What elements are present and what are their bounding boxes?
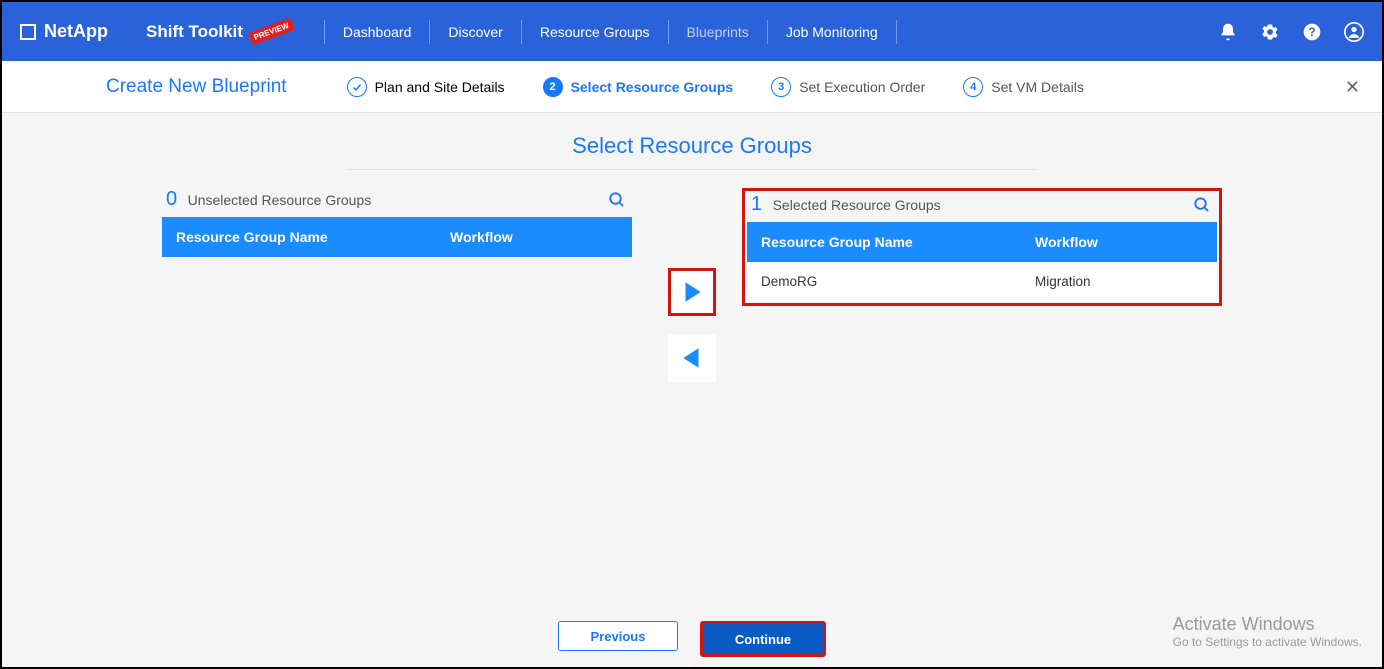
col-workflow: Workflow bbox=[450, 229, 618, 245]
page-title: Create New Blueprint bbox=[106, 76, 287, 98]
unselected-count-label: 0 Unselected Resource Groups bbox=[166, 188, 371, 211]
gear-icon[interactable] bbox=[1260, 22, 1280, 42]
nav-items: Dashboard Discover Resource Groups Bluep… bbox=[324, 20, 897, 44]
nav-blueprints[interactable]: Blueprints bbox=[668, 20, 767, 44]
product-name: Shift Toolkit PREVIEW bbox=[146, 22, 294, 42]
arrow-right-icon bbox=[679, 277, 705, 307]
divider bbox=[347, 169, 1037, 170]
step-number-icon: 4 bbox=[963, 77, 983, 97]
dual-list: 0 Unselected Resource Groups Resource Gr… bbox=[2, 188, 1382, 306]
unselected-label: Unselected Resource Groups bbox=[188, 192, 372, 208]
step-plan-site[interactable]: Plan and Site Details bbox=[347, 77, 505, 97]
preview-badge: PREVIEW bbox=[248, 18, 295, 46]
nav-job-monitoring[interactable]: Job Monitoring bbox=[767, 20, 897, 44]
arrow-left-icon bbox=[679, 343, 705, 373]
svg-text:?: ? bbox=[1308, 26, 1315, 39]
bell-icon[interactable] bbox=[1218, 22, 1238, 42]
watermark-line1: Activate Windows bbox=[1173, 614, 1362, 635]
selected-label: Selected Resource Groups bbox=[773, 197, 941, 213]
selected-count: 1 bbox=[751, 193, 762, 215]
step-number-icon: 3 bbox=[771, 77, 791, 97]
nav-icons: ? bbox=[1218, 22, 1364, 42]
unselected-count: 0 bbox=[166, 188, 177, 210]
move-left-button[interactable] bbox=[668, 334, 716, 382]
close-icon[interactable]: ✕ bbox=[1345, 77, 1360, 98]
stepper-bar: Create New Blueprint Plan and Site Detai… bbox=[2, 61, 1382, 113]
selected-panel-highlight: 1 Selected Resource Groups Resource Grou… bbox=[742, 188, 1222, 306]
row-workflow: Migration bbox=[1035, 274, 1203, 289]
previous-button[interactable]: Previous bbox=[558, 621, 678, 651]
top-nav: NetApp Shift Toolkit PREVIEW Dashboard D… bbox=[2, 2, 1382, 61]
continue-button-highlight: Continue bbox=[700, 621, 826, 657]
transfer-arrows bbox=[668, 268, 716, 382]
watermark-line2: Go to Settings to activate Windows. bbox=[1173, 635, 1362, 649]
nav-discover[interactable]: Discover bbox=[429, 20, 520, 44]
brand-logo: NetApp bbox=[20, 21, 108, 42]
steps: Plan and Site Details 2 Select Resource … bbox=[347, 77, 1084, 97]
selected-count-label: 1 Selected Resource Groups bbox=[751, 193, 941, 216]
company-name: NetApp bbox=[44, 21, 108, 42]
nav-dashboard[interactable]: Dashboard bbox=[324, 20, 430, 44]
section-title: Select Resource Groups bbox=[2, 133, 1382, 159]
check-icon bbox=[347, 77, 367, 97]
step-exec-order[interactable]: 3 Set Execution Order bbox=[771, 77, 925, 97]
nav-resource-groups[interactable]: Resource Groups bbox=[521, 20, 668, 44]
main-content: Select Resource Groups 0 Unselected Reso… bbox=[2, 113, 1382, 306]
col-rg-name: Resource Group Name bbox=[761, 234, 1035, 250]
windows-watermark: Activate Windows Go to Settings to activ… bbox=[1173, 614, 1362, 649]
selected-panel: 1 Selected Resource Groups Resource Grou… bbox=[747, 193, 1217, 301]
search-icon[interactable] bbox=[608, 191, 626, 209]
col-rg-name: Resource Group Name bbox=[176, 229, 450, 245]
step-number-icon: 2 bbox=[543, 77, 563, 97]
search-icon[interactable] bbox=[1193, 196, 1211, 214]
continue-button[interactable]: Continue bbox=[706, 627, 820, 651]
netapp-logo-icon bbox=[20, 24, 36, 40]
table-row[interactable]: DemoRG Migration bbox=[747, 262, 1217, 301]
step-vm-details[interactable]: 4 Set VM Details bbox=[963, 77, 1084, 97]
row-rg-name: DemoRG bbox=[761, 274, 1035, 289]
help-icon[interactable]: ? bbox=[1302, 22, 1322, 42]
unselected-panel: 0 Unselected Resource Groups Resource Gr… bbox=[162, 188, 632, 306]
user-icon[interactable] bbox=[1344, 22, 1364, 42]
selected-table-header: Resource Group Name Workflow bbox=[747, 222, 1217, 262]
step-select-rg[interactable]: 2 Select Resource Groups bbox=[543, 77, 734, 97]
move-right-button[interactable] bbox=[668, 268, 716, 316]
unselected-table-header: Resource Group Name Workflow bbox=[162, 217, 632, 257]
col-workflow: Workflow bbox=[1035, 234, 1203, 250]
